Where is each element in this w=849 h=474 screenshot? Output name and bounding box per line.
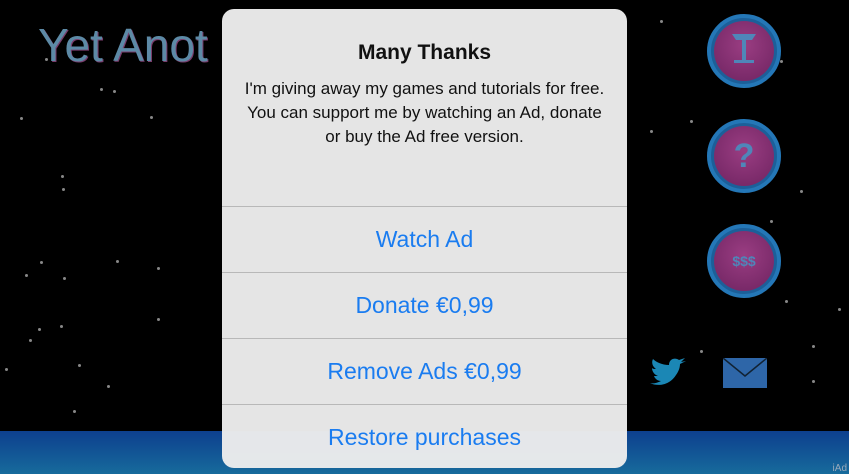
restore-purchases-button[interactable]: Restore purchases — [222, 404, 627, 468]
star — [20, 117, 23, 120]
star — [116, 260, 119, 263]
star — [40, 261, 43, 264]
star — [770, 220, 773, 223]
trophy-icon — [714, 21, 774, 81]
star — [78, 364, 81, 367]
remove-ads-button[interactable]: Remove Ads €0,99 — [222, 338, 627, 404]
star — [780, 60, 783, 63]
watch-ad-button[interactable]: Watch Ad — [222, 206, 627, 272]
star — [60, 325, 63, 328]
star — [785, 300, 788, 303]
star — [63, 277, 66, 280]
help-icon: ? — [714, 126, 774, 186]
star — [61, 175, 64, 178]
star — [62, 188, 65, 191]
star — [100, 88, 103, 91]
star — [690, 120, 693, 123]
star — [113, 90, 116, 93]
star — [838, 308, 841, 311]
star — [107, 385, 110, 388]
donate-button[interactable]: $$$ — [707, 224, 781, 298]
star — [157, 318, 160, 321]
star — [800, 190, 803, 193]
donate-option-button[interactable]: Donate €0,99 — [222, 272, 627, 338]
star — [73, 410, 76, 413]
dialog-message: I'm giving away my games and tutorials f… — [244, 79, 605, 146]
star — [700, 350, 703, 353]
coins-icon: $$$ — [714, 231, 774, 291]
twitter-icon[interactable] — [648, 357, 690, 394]
star — [150, 116, 153, 119]
star — [25, 274, 28, 277]
iad-label: iAd — [832, 463, 847, 474]
support-dialog: Many Thanks I'm giving away my games and… — [222, 9, 627, 468]
game-title: Yet Anot — [38, 19, 208, 71]
star — [38, 328, 41, 331]
dialog-title: Many Thanks — [357, 41, 492, 64]
star — [812, 380, 815, 383]
star — [660, 20, 663, 23]
star — [5, 368, 8, 371]
star — [812, 345, 815, 348]
help-button[interactable]: ? — [707, 119, 781, 193]
star — [157, 267, 160, 270]
leaderboard-button[interactable] — [707, 14, 781, 88]
star — [29, 339, 32, 342]
star — [650, 130, 653, 133]
mail-icon[interactable] — [722, 357, 768, 393]
